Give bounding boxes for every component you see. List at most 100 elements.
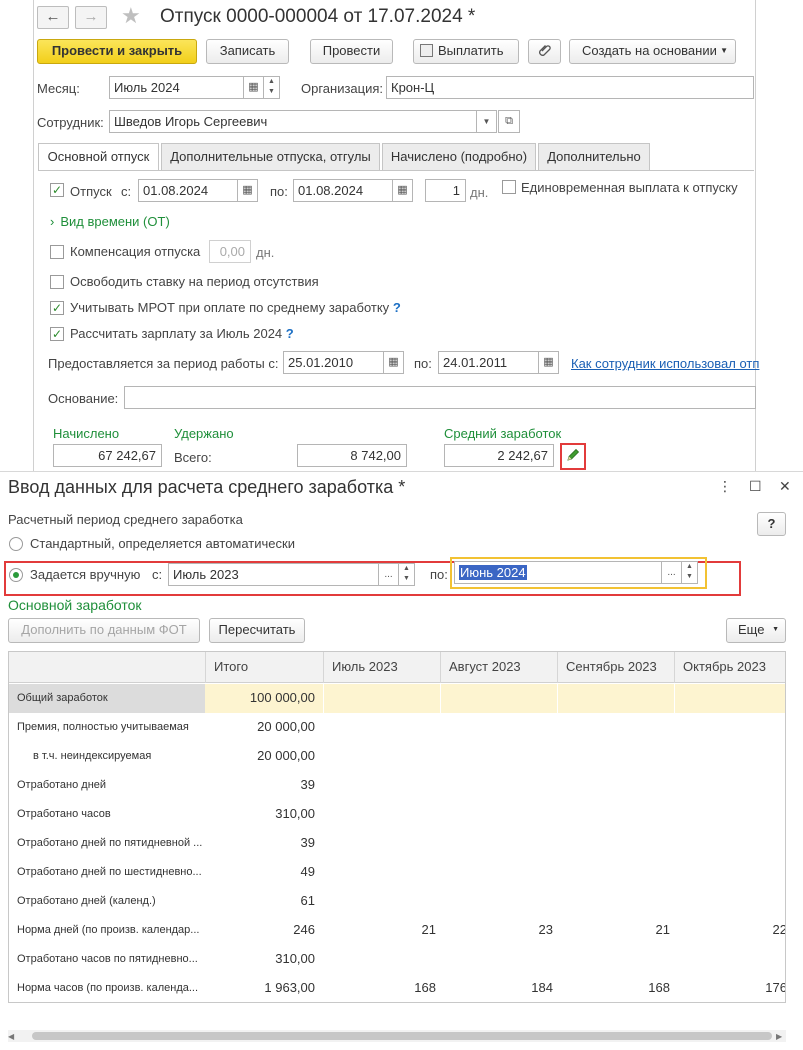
maximize-icon[interactable]: ☐ [749, 478, 762, 495]
table-row[interactable]: в т.ч. неиндексируемая 20 000,00 [9, 742, 785, 771]
month-cell[interactable] [557, 742, 674, 771]
scroll-right-icon[interactable]: ▶ [776, 1032, 782, 1041]
month-cell[interactable] [440, 771, 557, 800]
reason-field[interactable] [124, 386, 756, 409]
month-cell[interactable] [323, 829, 440, 858]
release-rate-checkbox[interactable] [50, 275, 64, 289]
month-cell[interactable] [557, 800, 674, 829]
table-row[interactable]: Отработано дней по пятидневной ... 39 [9, 829, 785, 858]
month-cell[interactable] [557, 684, 674, 713]
month-cell[interactable] [674, 713, 785, 742]
period-to-spinner[interactable]: ▲ ▼ [682, 561, 698, 584]
vacation-usage-link[interactable]: Как сотрудник использовал отп [571, 356, 759, 371]
row-total[interactable]: 246 [205, 916, 319, 945]
recalculate-button[interactable]: Пересчитать [209, 618, 305, 643]
organization-field[interactable]: Крон-Ц [386, 76, 754, 99]
work-period-from-field[interactable]: 25.01.2010 [283, 351, 384, 374]
manual-period-radio[interactable] [9, 568, 23, 582]
month-cell[interactable] [323, 742, 440, 771]
month-field[interactable]: Июль 2024 [109, 76, 244, 99]
table-row[interactable]: Отработано дней по шестидневно... 49 [9, 858, 785, 887]
month-cell[interactable] [440, 945, 557, 974]
compensation-checkbox[interactable] [50, 245, 64, 259]
month-spinner[interactable]: ▲ ▼ [264, 76, 280, 99]
period-from-spinner[interactable]: ▲ ▼ [399, 563, 415, 586]
vacation-from-field[interactable]: 01.08.2024 [138, 179, 238, 202]
col-month[interactable]: Сентябрь 2023 [557, 652, 674, 683]
row-total[interactable]: 61 [205, 887, 319, 916]
month-cell[interactable]: 168 [323, 974, 440, 1002]
month-cell[interactable] [323, 713, 440, 742]
compensation-field[interactable]: 0,00 [209, 240, 251, 263]
forward-button[interactable]: → [75, 6, 107, 29]
row-total[interactable]: 39 [205, 829, 319, 858]
month-cell[interactable] [557, 713, 674, 742]
month-cell[interactable] [323, 800, 440, 829]
table-row[interactable]: Общий заработок 100 000,00 [9, 684, 785, 713]
employee-field[interactable]: Шведов Игорь Сергеевич [109, 110, 477, 133]
col-month[interactable]: Октябрь 2023 [674, 652, 785, 683]
save-button[interactable]: Записать [206, 39, 289, 64]
month-cell[interactable] [323, 684, 440, 713]
month-cell[interactable] [440, 742, 557, 771]
month-cell[interactable] [440, 887, 557, 916]
employee-dropdown-icon[interactable]: ▼ [477, 110, 497, 133]
vacation-days-field[interactable]: 1 [425, 179, 466, 202]
tab-accrued-detailed[interactable]: Начислено (подробно) [382, 143, 536, 170]
month-cell[interactable]: 176 [674, 974, 785, 1002]
calendar-icon[interactable]: ▦ [384, 351, 404, 374]
month-cell[interactable] [557, 829, 674, 858]
period-to-field[interactable]: Июнь 2024 [454, 561, 662, 584]
month-cell[interactable]: 168 [557, 974, 674, 1002]
time-type-toggle[interactable]: › Вид времени (ОТ) [50, 214, 170, 229]
scroll-left-icon[interactable]: ◀ [8, 1032, 14, 1041]
table-row[interactable]: Норма дней (по произв. календар... 246 21 2… [9, 916, 785, 945]
open-employee-icon[interactable]: ⧉ [498, 110, 520, 133]
calendar-icon[interactable]: ▦ [244, 76, 264, 99]
table-row[interactable]: Премия, полностью учитываемая 20 000,00 [9, 713, 785, 742]
month-cell[interactable] [674, 684, 785, 713]
calendar-icon[interactable]: ▦ [238, 179, 258, 202]
col-total[interactable]: Итого [205, 652, 323, 683]
month-cell[interactable] [323, 771, 440, 800]
month-cell[interactable]: 21 [323, 916, 440, 945]
table-row[interactable]: Отработано дней 39 [9, 771, 785, 800]
month-cell[interactable] [440, 800, 557, 829]
row-total[interactable]: 310,00 [205, 945, 319, 974]
row-total[interactable]: 1 963,00 [205, 974, 319, 1002]
more-button[interactable]: Еще ▼ [726, 618, 786, 643]
month-cell[interactable]: 23 [440, 916, 557, 945]
row-total[interactable]: 310,00 [205, 800, 319, 829]
pay-button[interactable]: Выплатить [413, 39, 519, 64]
more-options-icon[interactable]: ⋮ [718, 478, 732, 495]
row-total[interactable]: 20 000,00 [205, 742, 319, 771]
row-total[interactable]: 20 000,00 [205, 713, 319, 742]
tab-additional-vacations[interactable]: Дополнительные отпуска, отгулы [161, 143, 380, 170]
help-icon[interactable]: ? [393, 300, 401, 315]
month-cell[interactable] [557, 945, 674, 974]
table-row[interactable]: Отработано дней (календ.) 61 [9, 887, 785, 916]
post-and-close-button[interactable]: Провести и закрыть [37, 39, 197, 64]
month-cell[interactable] [674, 887, 785, 916]
month-cell[interactable] [674, 858, 785, 887]
one-time-payment-checkbox[interactable] [502, 180, 516, 194]
month-cell[interactable] [323, 858, 440, 887]
month-cell[interactable] [674, 945, 785, 974]
col-month[interactable]: Июль 2023 [323, 652, 440, 683]
edit-avg-earnings-button[interactable] [560, 443, 586, 470]
month-cell[interactable]: 21 [557, 916, 674, 945]
ellipsis-icon[interactable]: ... [662, 561, 682, 584]
month-cell[interactable] [323, 945, 440, 974]
help-button[interactable]: ? [757, 512, 786, 536]
month-cell[interactable] [323, 887, 440, 916]
month-cell[interactable] [674, 742, 785, 771]
create-based-on-dropdown[interactable]: Создать на основании ▼ [569, 39, 736, 64]
row-total[interactable]: 100 000,00 [205, 684, 319, 713]
ellipsis-icon[interactable]: ... [379, 563, 399, 586]
help-icon[interactable]: ? [286, 326, 294, 341]
month-cell[interactable] [674, 800, 785, 829]
month-cell[interactable]: 22 [674, 916, 785, 945]
row-total[interactable]: 39 [205, 771, 319, 800]
favorite-star-icon[interactable]: ★ [121, 3, 141, 29]
table-row[interactable]: Отработано часов по пятидневно... 310,00 [9, 945, 785, 974]
